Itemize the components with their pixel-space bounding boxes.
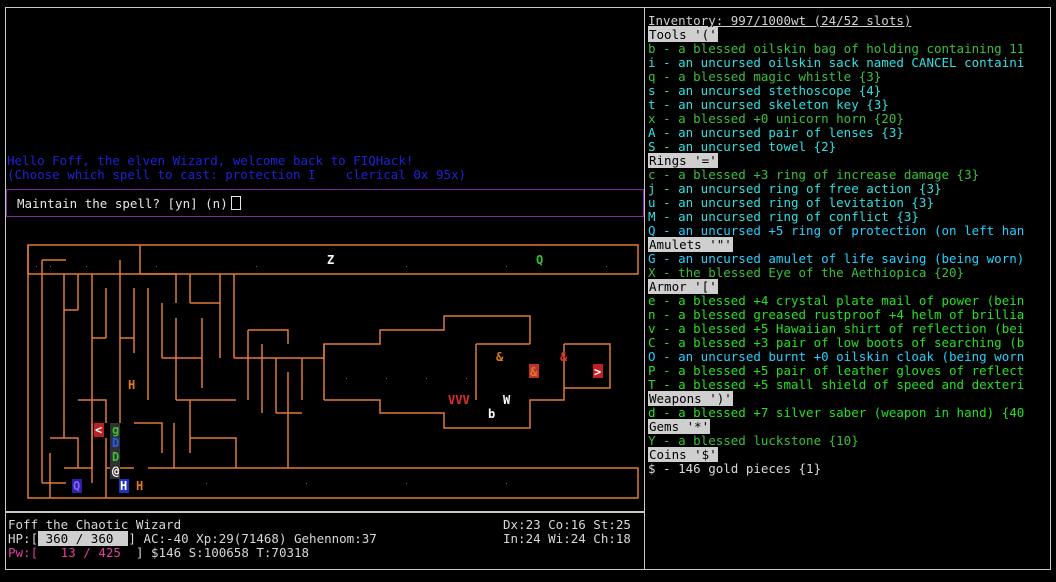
inventory-item[interactable]: T - a blessed +5 small shield of speed a… <box>648 378 1024 392</box>
inventory-section-header: Armor '[' <box>648 279 718 294</box>
inventory-item[interactable]: v - a blessed +5 Hawaiian shirt of refle… <box>648 322 1024 336</box>
pw-close: ] <box>135 545 144 560</box>
inventory-item[interactable]: e - a blessed +4 crystal plate mail of p… <box>648 294 1024 308</box>
inventory-item[interactable]: S - an uncursed towel {2} <box>648 140 836 154</box>
inventory-section-header-row: Weapons ')' <box>648 391 733 406</box>
dragon-glyph: D <box>112 436 120 450</box>
inventory-section-header-row: Tools '(' <box>648 27 718 42</box>
hp-line: HP:[ 360 / 360 ] AC:-40 Xp:29(71468) Geh… <box>8 531 377 546</box>
inventory-item[interactable]: $ - 146 gold pieces {1} <box>648 462 821 476</box>
demon-glyph-red: & <box>560 350 568 364</box>
inventory-item[interactable]: s - an uncursed stethoscope {4} <box>648 84 881 98</box>
inventory-section-header-row: Armor '[' <box>648 279 718 294</box>
inventory-item[interactable]: i - an uncursed oilskin sack named CANCE… <box>648 56 1024 70</box>
character-name: Foff the Chaotic Wizard <box>8 517 182 532</box>
inventory-section-header-row: Gems '*' <box>648 419 711 434</box>
hp-bar: 360 / 360 <box>38 531 129 546</box>
quantum-mechanic-glyph: Q <box>536 253 544 267</box>
zombie-glyph: Z <box>327 253 335 267</box>
inventory-item[interactable]: j - an uncursed ring of free action {3} <box>648 182 942 196</box>
giant-glyph-orange: H <box>136 479 144 493</box>
inventory-section-header: Gems '*' <box>648 419 711 434</box>
gold-score-turn: $146 S:100658 T:70318 <box>151 545 310 560</box>
inventory-item[interactable]: u - an uncursed ring of levitation {3} <box>648 196 934 210</box>
attributes-line-1: Dx:23 Co:16 St:25 <box>503 517 631 532</box>
inventory-section-header: Amulets '"' <box>648 237 733 252</box>
pw-bar: 13 / 425 <box>38 545 136 560</box>
pw-line: Pw:[ 13 / 425 ] $146 S:100658 T:70318 <box>8 546 309 560</box>
demon-glyph: & <box>496 350 504 364</box>
inventory-section-header: Rings '=' <box>648 153 718 168</box>
wraith-glyph: W <box>503 393 511 407</box>
inventory-panel[interactable]: Inventory: 997/1000wt (24/52 slots) Tools… <box>644 7 1051 570</box>
welcome-message: Hello Foff, the elven Wizard, welcome ba… <box>7 153 414 168</box>
inventory-item[interactable]: P - a blessed +5 pair of leather gloves … <box>648 364 1024 378</box>
inventory-item[interactable]: Q - an uncursed +5 ring of protection (o… <box>648 224 1024 238</box>
player-glyph: @ <box>112 464 120 478</box>
inventory-section-header: Tools '(' <box>648 27 718 42</box>
inventory-item[interactable]: M - an uncursed ring of conflict {3} <box>648 210 919 224</box>
inventory-item[interactable]: x - a blessed +0 unicorn horn {20} <box>648 112 904 126</box>
demon-glyph-highlighted: & <box>530 365 538 379</box>
status-panel: Foff the Chaotic Wizard HP:[ 360 / 360 ]… <box>5 512 645 570</box>
downstairs-glyph: > <box>594 365 602 379</box>
gnome-glyph: g <box>112 423 120 437</box>
ac-xp-line: AC:-40 Xp:29(71468) Gehennom:37 <box>143 531 377 546</box>
vampire-glyphs: VVV <box>448 393 470 407</box>
inventory-item[interactable]: q - a blessed magic whistle {3} <box>648 70 881 84</box>
inventory-section-header-row: Amulets '"' <box>648 237 733 252</box>
inventory-section-header-row: Coins '$' <box>648 447 718 462</box>
inventory-item[interactable]: Y - a blessed luckstone {10} <box>648 434 859 448</box>
giant-glyph: H <box>128 378 136 392</box>
quantum-glyph-purple: Q <box>73 479 81 493</box>
inventory-item[interactable]: A - an uncursed pair of lenses {3} <box>648 126 904 140</box>
message-area: Hello Foff, the elven Wizard, welcome ba… <box>5 7 645 183</box>
hp-close: ] <box>128 531 136 546</box>
blob-glyph: b <box>488 407 496 421</box>
inventory-section-header: Weapons ')' <box>648 391 733 406</box>
inventory-item[interactable]: t - an uncursed skeleton key {3} <box>648 98 889 112</box>
inventory-section-header-row: Rings '=' <box>648 153 718 168</box>
spell-menu-message: (Choose which spell to cast: protection … <box>7 167 467 182</box>
giant-glyph-white: H <box>120 479 128 493</box>
prompt-text: Maintain the spell? [yn] (n) <box>17 196 228 211</box>
inventory-section-header: Coins '$' <box>648 447 718 462</box>
inventory-item[interactable]: O - an uncursed burnt +0 oilskin cloak (… <box>648 350 1024 364</box>
inventory-item[interactable]: n - a blessed greased rustproof +4 helm … <box>648 308 1024 322</box>
attributes-line-2: In:24 Wi:24 Ch:18 <box>503 531 631 546</box>
hp-label: HP:[ <box>8 531 39 546</box>
inventory-title: Inventory: 997/1000wt (24/52 slots) <box>648 13 912 28</box>
inventory-item[interactable]: G - an uncursed amulet of life saving (b… <box>648 252 1024 266</box>
dragon-glyph-green: D <box>112 450 120 464</box>
pw-label: Pw:[ <box>8 545 39 560</box>
inventory-item[interactable]: d - a blessed +7 silver saber (weapon in… <box>648 406 1024 420</box>
upstairs-glyph: < <box>95 423 103 437</box>
text-cursor[interactable] <box>230 196 241 210</box>
yn-prompt[interactable]: Maintain the spell? [yn] (n) <box>6 189 644 217</box>
inventory-item[interactable]: b - a blessed oilskin bag of holding con… <box>648 42 1024 56</box>
inventory-item[interactable]: X - the blessed Eye of the Aethiopica {2… <box>648 266 964 280</box>
inventory-item[interactable]: C - a blessed +3 pair of low boots of se… <box>648 336 1024 350</box>
inventory-item[interactable]: c - a blessed +3 ring of increase damage… <box>648 168 979 182</box>
